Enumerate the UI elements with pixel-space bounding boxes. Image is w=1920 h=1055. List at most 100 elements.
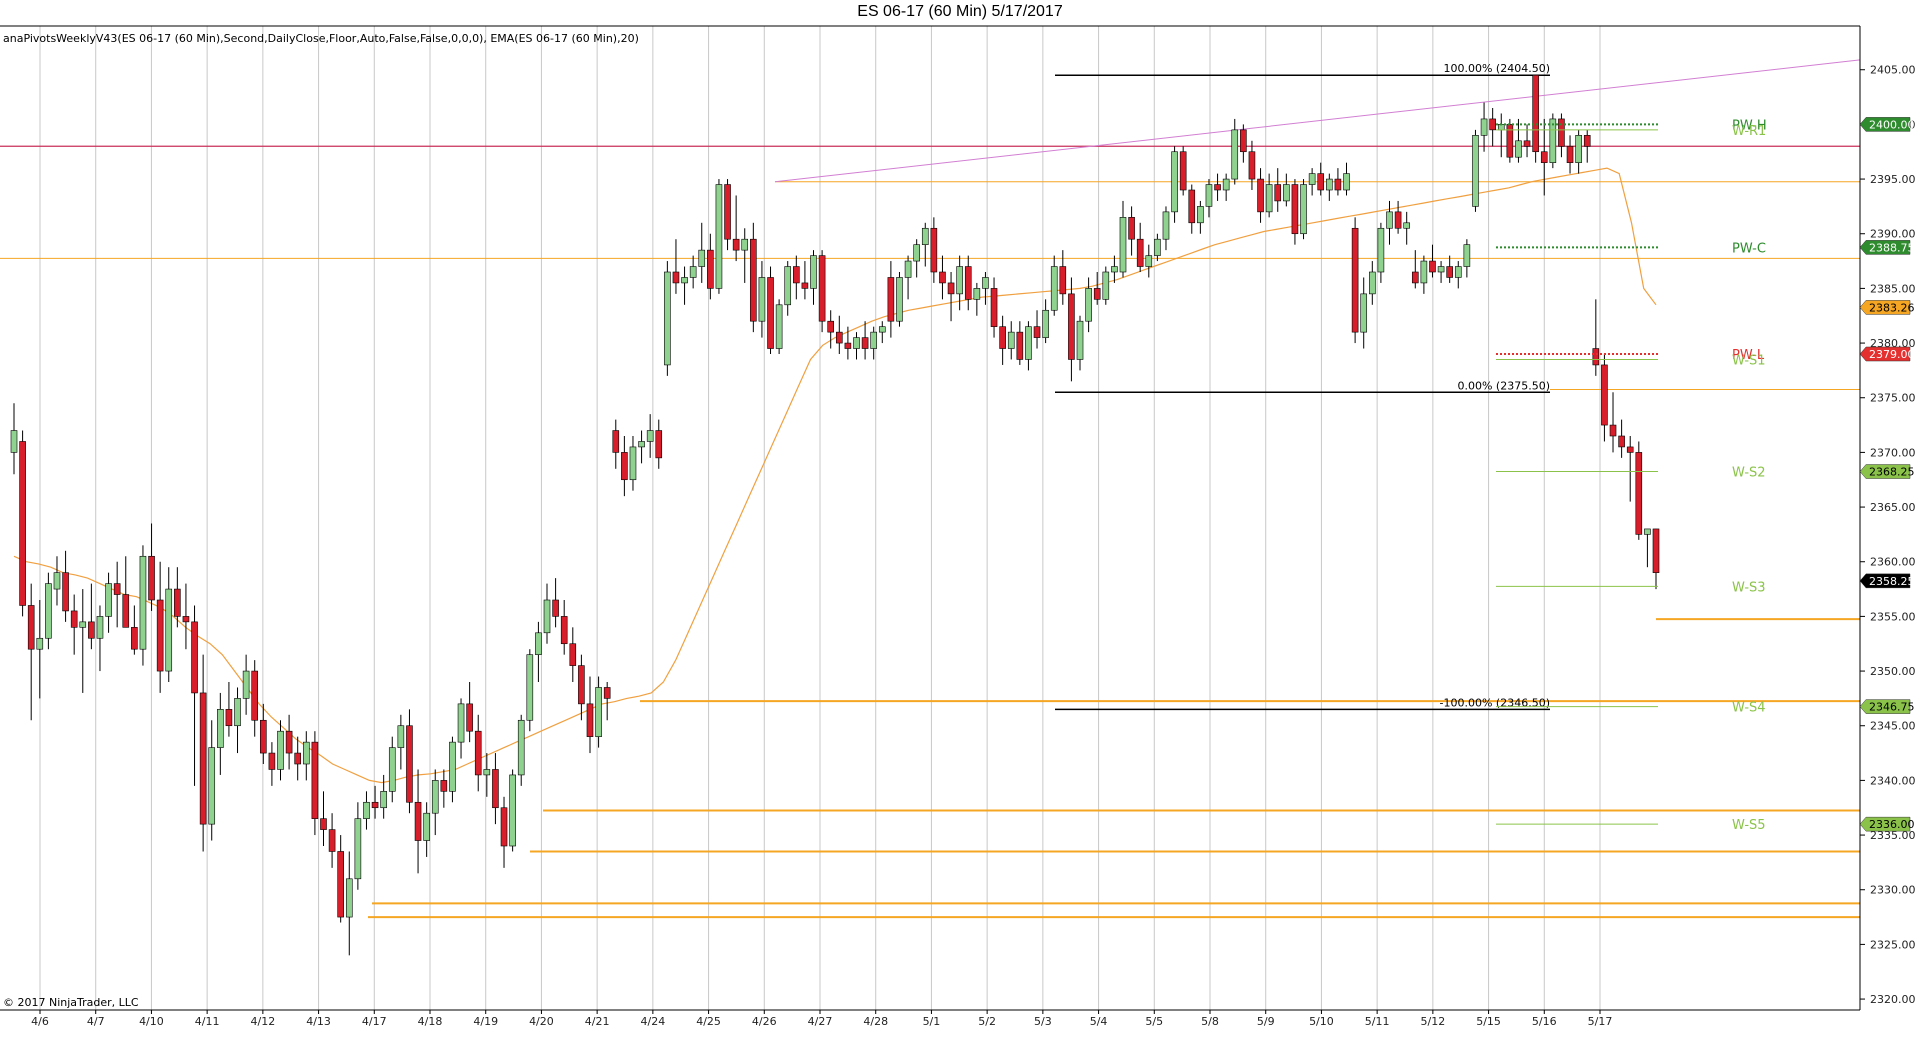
candle-up bbox=[870, 331, 877, 349]
candle-up bbox=[1154, 238, 1161, 256]
candle-down bbox=[113, 583, 121, 595]
candle-down bbox=[990, 288, 998, 327]
candle-down bbox=[174, 588, 181, 617]
candle-up bbox=[1265, 184, 1273, 213]
x-tick-label: 4/21 bbox=[585, 1015, 610, 1028]
candle-down bbox=[1489, 118, 1496, 131]
x-tick-label: 4/25 bbox=[696, 1015, 721, 1028]
candle-down bbox=[406, 725, 413, 803]
copyright-text: © 2017 NinjaTrader, LLC bbox=[3, 996, 139, 1009]
candle-down bbox=[199, 692, 207, 825]
candle-up bbox=[1205, 184, 1213, 207]
candle-down bbox=[337, 851, 344, 918]
candle-down bbox=[844, 342, 852, 349]
candle-down bbox=[1583, 135, 1591, 147]
candle-up bbox=[535, 632, 542, 655]
candle-down bbox=[1558, 118, 1565, 147]
candle-down bbox=[793, 266, 800, 284]
candle-up bbox=[208, 747, 216, 825]
candle-up bbox=[956, 266, 963, 295]
axes: 4/6 4/7 4/10 4/11 4/12 4/13 4/17 4/18 4/19 4/20 4/… bbox=[0, 25, 1916, 1028]
candle-down bbox=[552, 599, 559, 617]
x-tick-label: 4/11 bbox=[195, 1015, 220, 1028]
candle-down bbox=[414, 801, 422, 841]
candle-up bbox=[1102, 271, 1110, 300]
x-tick-label: 5/15 bbox=[1476, 1015, 1501, 1028]
x-tick-label: 5/9 bbox=[1257, 1015, 1275, 1028]
candle-up bbox=[363, 801, 370, 819]
price-chart[interactable]: 100.00% (2404.50) 0.00% (2375.50) -100.00%… bbox=[0, 0, 1920, 1055]
candle-down bbox=[1274, 184, 1282, 202]
candle-down bbox=[371, 801, 379, 809]
candle-down bbox=[827, 320, 835, 333]
candle-down bbox=[707, 249, 714, 289]
candle-down bbox=[225, 709, 233, 727]
candle-up bbox=[664, 271, 671, 366]
candle-up bbox=[921, 227, 929, 245]
candle-down bbox=[672, 271, 680, 284]
candle-down bbox=[285, 730, 293, 754]
x-tick-label: 5/2 bbox=[978, 1015, 996, 1028]
candle-down bbox=[930, 227, 938, 273]
candle-up bbox=[1119, 217, 1127, 273]
candle-up bbox=[96, 616, 104, 639]
candle-up bbox=[457, 703, 465, 743]
candle-down bbox=[1136, 238, 1144, 267]
candle-up bbox=[345, 878, 353, 918]
candle-down bbox=[818, 255, 826, 322]
x-tick-label: 5/16 bbox=[1532, 1015, 1557, 1028]
candle-down bbox=[148, 555, 155, 601]
candle-down bbox=[1128, 217, 1135, 240]
candle-down bbox=[88, 621, 95, 639]
candle-up bbox=[681, 277, 688, 284]
candle-down bbox=[732, 238, 740, 251]
candle-up bbox=[1463, 244, 1471, 267]
candle-up bbox=[1076, 320, 1084, 360]
candle-down bbox=[182, 616, 190, 623]
candle-down bbox=[1334, 178, 1342, 191]
pivot-levels: PW-HW-R1PW-CPW-LW-S1W-S2W-S3W-S4W-S5 bbox=[1496, 118, 1767, 833]
grid-lines bbox=[39, 26, 1601, 1010]
candle-down bbox=[1566, 145, 1574, 163]
candle-up bbox=[449, 741, 456, 792]
candle-down bbox=[801, 282, 809, 289]
horizontal-lines: 100.00% (2404.50) 0.00% (2375.50) -100.00%… bbox=[0, 59, 1861, 919]
y-tick-label: 2375.00 bbox=[1870, 392, 1916, 405]
candle-up bbox=[973, 288, 981, 300]
candle-up bbox=[543, 599, 551, 634]
candle-up bbox=[629, 446, 637, 481]
candle-down bbox=[1257, 178, 1264, 213]
candle-up bbox=[1403, 222, 1410, 229]
candle-down bbox=[1618, 435, 1625, 448]
candle-up bbox=[1472, 135, 1479, 207]
x-tick-label: 5/11 bbox=[1365, 1015, 1390, 1028]
y-tick-label: 2340.00 bbox=[1870, 774, 1916, 787]
candle-up bbox=[982, 277, 989, 289]
candle-down bbox=[1240, 129, 1247, 153]
candle-up bbox=[431, 780, 439, 814]
candle-up bbox=[1386, 211, 1393, 229]
candle-up bbox=[79, 621, 87, 628]
x-tick-label: 4/6 bbox=[31, 1015, 49, 1028]
candle-down bbox=[1446, 266, 1453, 278]
x-tick-label: 5/10 bbox=[1309, 1015, 1334, 1028]
candle-up bbox=[302, 741, 310, 765]
price-badge-text: 2400.00 bbox=[1869, 118, 1915, 131]
candle-down bbox=[861, 337, 869, 349]
candle-down bbox=[251, 670, 259, 721]
price-badge-text: 2368.25 bbox=[1869, 466, 1915, 479]
candle-up bbox=[1222, 178, 1230, 191]
x-tick-label: 5/12 bbox=[1421, 1015, 1446, 1028]
x-tick-label: 4/12 bbox=[251, 1015, 276, 1028]
candle-up bbox=[10, 430, 18, 453]
fib-label: 100.00% (2404.50) bbox=[1443, 62, 1550, 75]
x-tick-label: 4/18 bbox=[418, 1015, 443, 1028]
candle-up bbox=[1515, 140, 1522, 158]
pivot-label: W-S4 bbox=[1732, 701, 1766, 716]
candle-up bbox=[741, 238, 749, 251]
candle-down bbox=[1652, 528, 1660, 573]
candle-up bbox=[354, 818, 362, 880]
candle-down bbox=[191, 621, 198, 694]
candle-down bbox=[1635, 452, 1643, 535]
y-tick-label: 2360.00 bbox=[1870, 556, 1916, 569]
